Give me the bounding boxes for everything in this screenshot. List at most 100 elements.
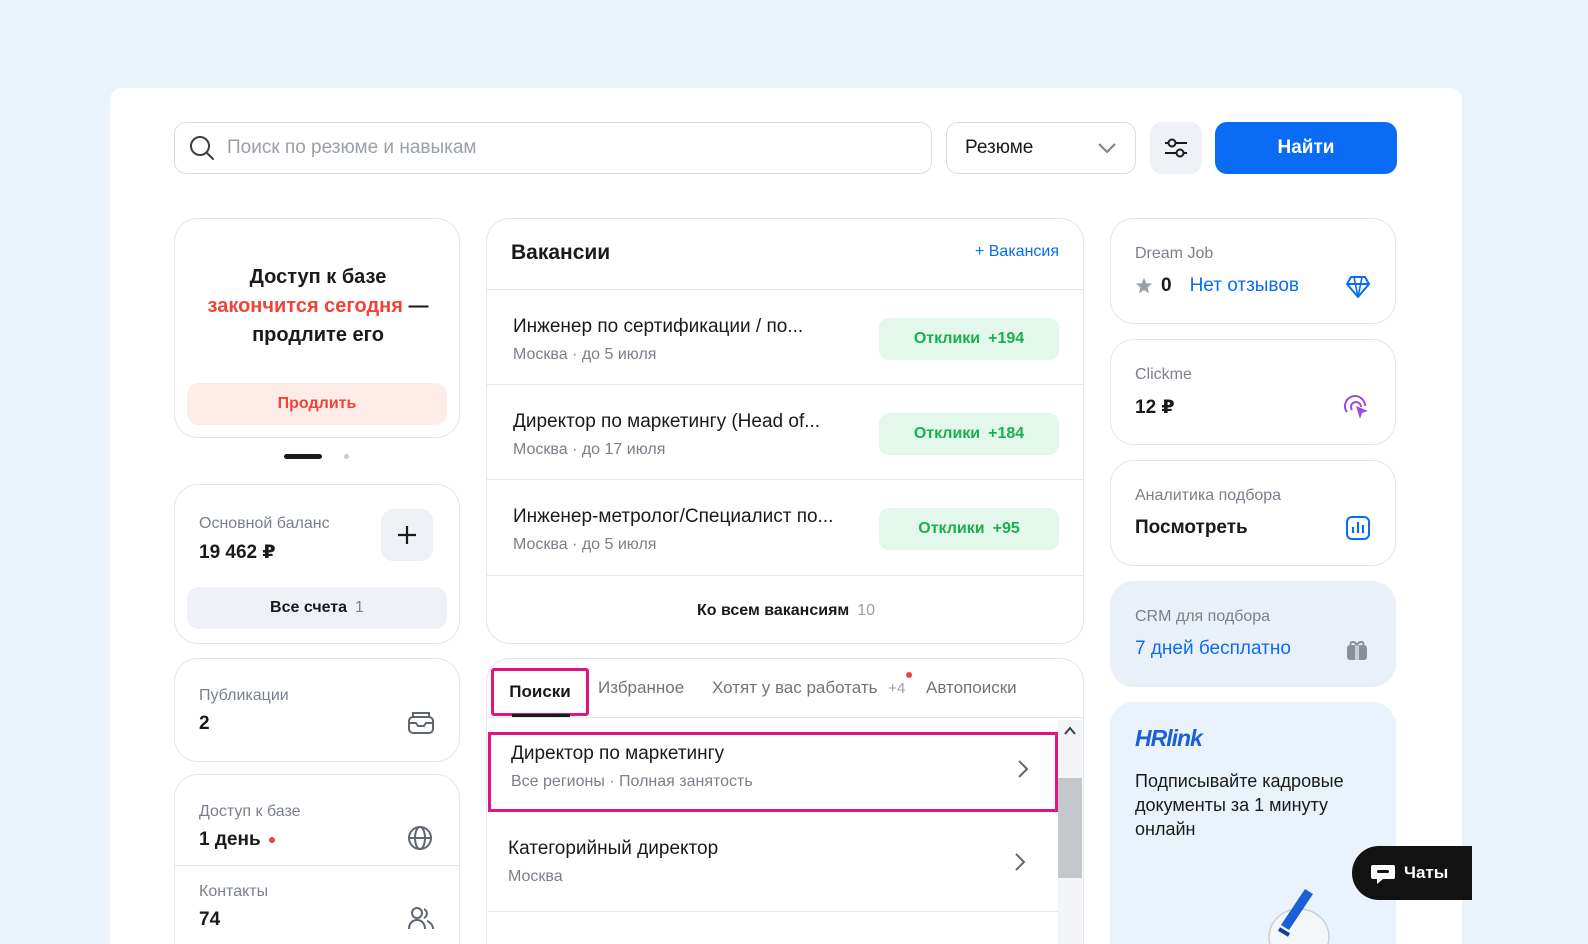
publications-card[interactable]: Публикации 2 [174,658,460,762]
responses-label: Отклики [918,520,985,537]
vacancy-row[interactable]: Инженер-метролог/Специалист по... Москва… [487,479,1083,575]
chevron-down-icon [1098,143,1116,154]
all-vacancies-link[interactable]: Ко всем вакансиям 10 [487,575,1083,643]
vacancies-title: Вакансии [511,241,611,264]
pen-illustration-icon [1268,889,1330,944]
dreamjob-card[interactable]: Dream Job 0 Нет отзывов [1110,218,1396,324]
responses-label: Отклики [913,330,981,347]
chevron-right-icon [1015,853,1026,871]
promo-text: Доступ к базе закончится сегодня — продл… [175,263,461,350]
tabs-divider [487,717,1083,718]
diamond-icon [1346,276,1370,298]
responses-button[interactable]: Отклики +194 [879,318,1059,360]
bar-chart-icon [1346,516,1370,540]
balance-value: 19 462 ₽ [199,542,276,563]
filters-button[interactable] [1150,122,1202,174]
search-type-select[interactable]: Резюме [946,122,1136,174]
all-vacancies-label: Ко всем вакансиям [696,601,850,619]
hrlink-logo: HRlink [1135,725,1203,751]
chevron-right-icon [1018,760,1029,778]
search-subtitle: Все регионы · Полная занятость [511,773,753,790]
tab-favorites[interactable]: Избранное [598,678,684,698]
plus-icon [398,526,416,544]
clickme-card[interactable]: Clickme 12 ₽ [1110,339,1396,445]
db-access-value: 1 день [199,829,261,850]
clickme-label: Clickme [1135,366,1192,383]
promo-card: Доступ к базе закончится сегодня — продл… [174,218,460,438]
tab-want-to-work-label: Хотят у вас работать [712,678,878,697]
tab-autosearches[interactable]: Автопоиски [926,678,1017,698]
users-icon [408,907,434,930]
find-button[interactable]: Найти [1215,122,1397,174]
all-accounts-button[interactable]: Все счета 1 [187,587,447,629]
search-icon [190,136,214,160]
vacancy-title: Инженер-метролог/Специалист по... [513,506,834,527]
promo-dash: — [402,295,429,317]
responses-button[interactable]: Отклики +95 [879,508,1059,550]
analytics-card[interactable]: Аналитика подбора Посмотреть [1110,460,1396,566]
vacancy-row[interactable]: Директор по маркетингу (Head of... Москв… [487,384,1083,480]
search-type-value: Резюме [965,137,1034,158]
vacancy-subtitle: Москва · до 5 июля [513,346,657,363]
search-subtitle: Москва [508,868,563,885]
vacancy-subtitle: Москва · до 17 июля [513,441,666,458]
tab-searches-label: Поиски [509,682,571,701]
clickme-value: 12 ₽ [1135,397,1175,418]
search-bar[interactable] [174,122,932,174]
publications-value: 2 [199,713,210,734]
carousel-dot[interactable] [344,454,349,459]
db-access-card: Доступ к базе 1 день Контакты 74 [174,774,460,944]
responses-button[interactable]: Отклики +184 [879,413,1059,455]
dreamjob-reviews-link[interactable]: Нет отзывов [1190,275,1299,297]
responses-count: +184 [988,425,1025,442]
search-row[interactable]: Директор по маркетингу Все регионы · Пол… [488,732,1058,812]
mailbox-icon [408,712,434,734]
gift-icon [1347,641,1367,660]
tab-want-to-work[interactable]: Хотят у вас работать +4 [712,678,905,698]
analytics-value: Посмотреть [1135,517,1248,538]
db-access-label: Доступ к базе [199,803,301,820]
notification-dot [906,672,912,678]
balance-label: Основной баланс [199,515,330,532]
vacancies-card: Вакансии + Вакансия Инженер по сертифика… [486,218,1084,644]
hrlink-card[interactable]: HRlink Подписывайте кадровые документы з… [1110,702,1396,944]
dreamjob-label: Dream Job [1135,245,1214,262]
chat-label: Чаты [1404,863,1449,882]
promo-line3: продлите его [252,324,384,346]
scrollbar-thumb[interactable] [1058,778,1082,878]
vacancy-subtitle: Москва · до 5 июля [513,536,657,553]
responses-count: +95 [992,520,1020,537]
contacts-label: Контакты [199,883,269,900]
promo-line1: Доступ к базе [249,266,387,288]
hrlink-text: Подписывайте кадровые документы за 1 мин… [1135,771,1344,839]
dreamjob-rating: 0 [1161,275,1172,296]
scroll-up-icon[interactable] [1063,726,1077,736]
tab-searches[interactable]: Поиски [491,668,589,716]
vacancy-title: Директор по маркетингу (Head of... [513,411,821,432]
globe-icon [408,826,432,850]
vacancy-title: Инженер по сертификации / по... [513,316,804,337]
publications-label: Публикации [199,687,289,704]
tab-badge-count: +4 [888,680,906,697]
search-title: Категорийный директор [508,838,719,859]
balance-card: Основной баланс 19 462 ₽ Все счета 1 [174,484,460,644]
contacts-value: 74 [199,909,221,930]
top-up-button[interactable] [381,509,433,561]
scrollbar[interactable] [1058,720,1082,944]
chat-bubble-icon [1371,865,1395,884]
carousel-dots [284,454,349,459]
all-accounts-count: 1 [355,599,364,616]
search-input[interactable] [227,137,907,159]
all-vacancies-count: 10 [857,601,876,619]
vacancy-row[interactable]: Инженер по сертификации / по... Москва ·… [487,289,1083,385]
carousel-dot-active[interactable] [284,454,322,459]
responses-count: +194 [988,330,1025,347]
divider [175,865,459,866]
sliders-icon [1165,138,1187,158]
add-vacancy-link[interactable]: + Вакансия [975,243,1059,261]
chat-button[interactable]: Чаты [1352,846,1472,900]
search-row[interactable]: Категорийный директор Москва [488,816,1058,912]
crm-card[interactable]: CRM для подбора 7 дней бесплатно [1110,581,1396,687]
analytics-label: Аналитика подбора [1135,487,1282,504]
extend-button[interactable]: Продлить [187,383,447,425]
